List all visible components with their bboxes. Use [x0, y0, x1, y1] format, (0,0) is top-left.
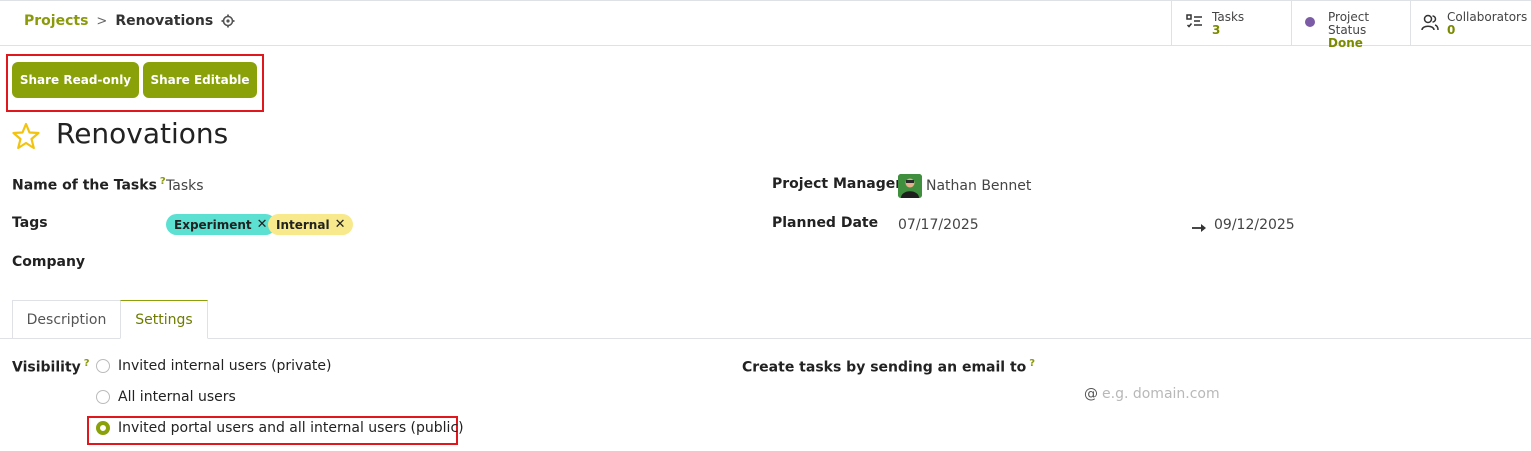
favorite-star-icon[interactable]	[12, 122, 40, 150]
tasks-name-field[interactable]: Tasks	[166, 178, 204, 194]
radio-label: Invited internal users (private)	[118, 358, 332, 374]
breadcrumb-current: Renovations	[115, 13, 214, 29]
status-dot-icon	[1302, 13, 1320, 31]
project-status-button[interactable]: Project Status Done	[1291, 1, 1411, 50]
project-status-value: Done	[1328, 36, 1363, 50]
share-editable-button[interactable]: Share Editable	[143, 62, 257, 98]
visibility-label-text: Visibility	[12, 359, 81, 376]
collaborators-stat-button[interactable]: Collaborators 0	[1410, 1, 1531, 46]
radio-label: All internal users	[118, 389, 236, 405]
tag-internal[interactable]: Internal ✕	[268, 214, 354, 235]
at-sign: @	[1084, 386, 1098, 402]
tasks-name-label-text: Name of the Tasks	[12, 177, 157, 194]
visibility-option-internal[interactable]: All internal users	[96, 389, 236, 405]
share-readonly-button[interactable]: Share Read-only	[12, 62, 139, 98]
tabs-divider	[0, 338, 1531, 339]
radio-button-selected[interactable]	[96, 421, 110, 435]
visibility-option-public[interactable]: Invited portal users and all internal us…	[96, 420, 464, 436]
tag-remove-icon[interactable]: ✕	[335, 217, 346, 232]
tag-label: Internal	[276, 217, 330, 232]
breadcrumb: Projects > Renovations	[24, 13, 235, 29]
project-title[interactable]: Renovations	[56, 117, 228, 150]
company-label: Company	[12, 254, 86, 270]
planned-start-date-field[interactable]: 07/17/2025	[898, 217, 979, 233]
planned-end-date-field[interactable]: 09/12/2025	[1214, 217, 1295, 233]
project-status-label: Project Status	[1328, 10, 1370, 37]
breadcrumb-separator: >	[96, 13, 108, 29]
collaborators-stat-value: 0	[1447, 23, 1456, 37]
radio-button[interactable]	[96, 359, 110, 373]
users-icon	[1421, 13, 1439, 31]
breadcrumb-projects-link[interactable]: Projects	[24, 13, 88, 29]
email-alias-label-text: Create tasks by sending an email to	[742, 359, 1027, 376]
help-tooltip-icon[interactable]: ?	[84, 358, 90, 369]
planned-date-label: Planned Date	[772, 215, 879, 231]
email-alias-label: Create tasks by sending an email to?	[742, 358, 1035, 376]
control-panel: Projects > Renovations Tasks 3 Project S…	[0, 0, 1531, 50]
task-list-icon	[1186, 13, 1204, 31]
email-domain-input[interactable]	[1102, 384, 1402, 404]
help-tooltip-icon[interactable]: ?	[1029, 358, 1035, 369]
tasks-stat-value: 3	[1212, 23, 1221, 37]
project-manager-field[interactable]: Nathan Bennet	[926, 178, 1031, 194]
tasks-stat-button[interactable]: Tasks 3	[1171, 1, 1291, 46]
tab-description[interactable]: Description	[12, 300, 121, 339]
visibility-label: Visibility?	[12, 358, 90, 376]
visibility-option-private[interactable]: Invited internal users (private)	[96, 358, 332, 374]
help-tooltip-icon[interactable]: ?	[160, 176, 166, 187]
tab-settings[interactable]: Settings	[120, 300, 208, 339]
tag-label: Experiment	[174, 217, 252, 232]
tasks-name-label: Name of the Tasks?	[12, 176, 166, 194]
avatar	[898, 174, 922, 198]
project-manager-label: Project Manager	[772, 176, 903, 192]
arrow-right-icon	[1191, 219, 1207, 232]
tags-label: Tags	[12, 215, 48, 231]
tag-experiment[interactable]: Experiment ✕	[166, 214, 276, 235]
collaborators-stat-label: Collaborators	[1447, 10, 1528, 24]
gear-icon[interactable]	[221, 14, 235, 28]
tag-remove-icon[interactable]: ✕	[257, 217, 268, 232]
radio-label: Invited portal users and all internal us…	[118, 420, 464, 436]
radio-button[interactable]	[96, 390, 110, 404]
